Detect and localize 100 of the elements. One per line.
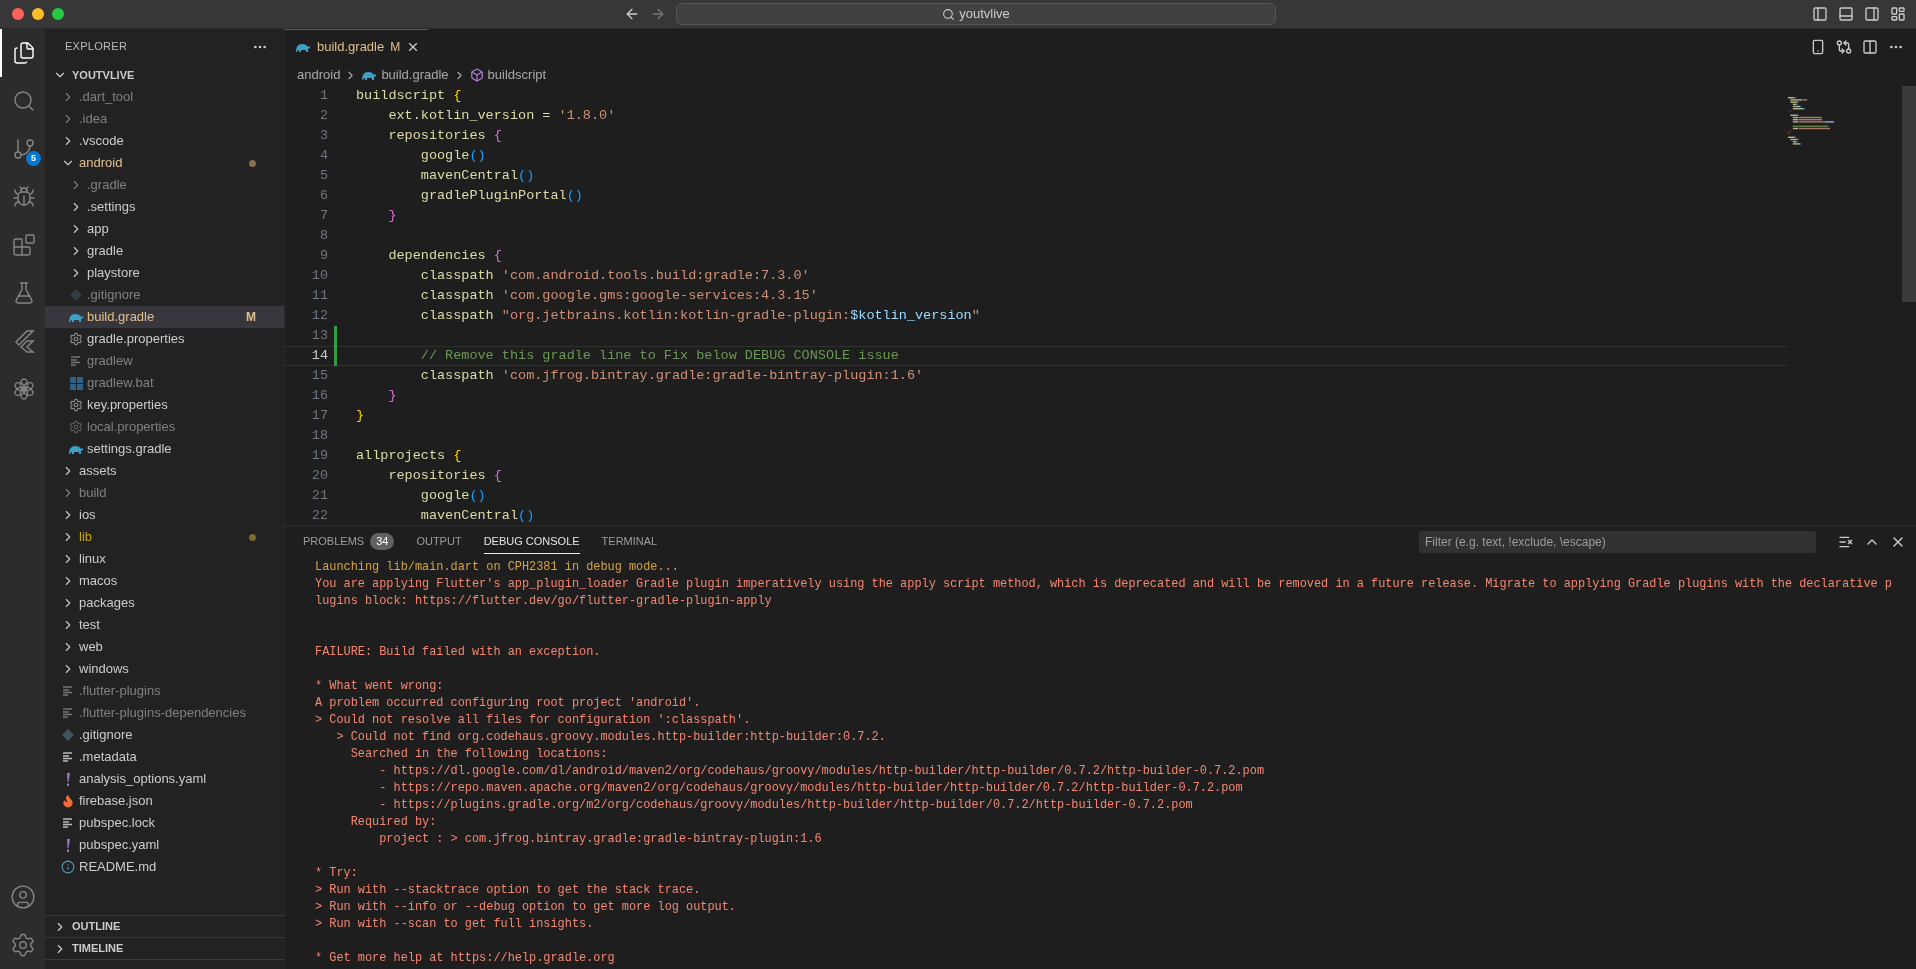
file-item[interactable]: gradlew: [45, 350, 284, 372]
line-number: 5: [318, 166, 328, 185]
line-number: 3: [318, 126, 328, 145]
git-status-letter: M: [390, 39, 401, 56]
toggle-sidebar-icon[interactable]: [1812, 6, 1828, 22]
file-item[interactable]: pubspec.yaml: [45, 834, 284, 856]
folder-item[interactable]: windows: [45, 658, 284, 680]
folder-item[interactable]: ios: [45, 504, 284, 526]
file-item[interactable]: .flutter-plugins-dependencies: [45, 702, 284, 724]
code-line: mavenCentral(): [419, 166, 535, 185]
branch-icon: [11, 137, 36, 161]
folder-item[interactable]: lib: [45, 526, 284, 548]
folder-item[interactable]: .settings: [45, 196, 284, 218]
count-badge: 34: [370, 533, 395, 550]
section-header[interactable]: TIMELINE: [45, 937, 284, 959]
file-item[interactable]: firebase.json: [45, 790, 284, 812]
console-line: > Could not find org.codehaus.groovy.modules.http-builder:http-builder:0.7.2.: [335, 729, 887, 746]
layout-icon[interactable]: [1890, 6, 1906, 22]
file-item[interactable]: .gitignore: [45, 724, 284, 746]
folder-item[interactable]: .gradle: [45, 174, 284, 196]
exclamation-icon: [65, 838, 71, 852]
lines-icon: [62, 752, 74, 762]
folder-item[interactable]: assets: [45, 460, 284, 482]
files-icon: [11, 41, 36, 65]
window-close-button[interactable]: [12, 8, 24, 20]
folder-item[interactable]: app: [45, 218, 284, 240]
elephant-icon: [68, 443, 84, 455]
line-number: 17: [310, 406, 328, 425]
folder-item[interactable]: test: [45, 614, 284, 636]
panel-tab[interactable]: OUTPUT: [416, 529, 462, 554]
file-item[interactable]: gradle.properties: [45, 328, 284, 350]
info-icon: [61, 860, 75, 874]
folder-item[interactable]: macos: [45, 570, 284, 592]
lines-icon: [62, 686, 74, 696]
breadcrumb-item[interactable]: build.gradle: [381, 65, 449, 85]
line-number: 16: [310, 386, 328, 405]
file-item[interactable]: key.properties: [45, 394, 284, 416]
knot-icon: [11, 377, 36, 401]
code-line: google(): [419, 146, 486, 165]
console-line: lugins block: https://flutter.dev/go/flutter-gradle-plugin-apply: [315, 593, 773, 610]
scrollbar-thumb[interactable]: [1902, 86, 1916, 302]
code-line: }: [387, 206, 397, 225]
file-item[interactable]: local.properties: [45, 416, 284, 438]
code-line: gradlePluginPortal(): [419, 186, 583, 205]
line-number: 4: [318, 146, 328, 165]
line-number: 19: [310, 446, 328, 465]
file-item[interactable]: gradlew.bat: [45, 372, 284, 394]
line-number: 12: [310, 306, 328, 325]
device-icon[interactable]: [1810, 38, 1826, 55]
elephant-icon: [361, 69, 378, 81]
file-item[interactable]: pubspec.lock: [45, 812, 284, 834]
folder-item[interactable]: .idea: [45, 108, 284, 130]
compare-icon[interactable]: [1836, 38, 1852, 55]
project-header[interactable]: YOUTVLIVE: [45, 64, 284, 86]
folder-item[interactable]: web: [45, 636, 284, 658]
panel-tab[interactable]: PROBLEMS 34: [303, 529, 395, 554]
breadcrumb-item[interactable]: buildscript: [487, 65, 547, 85]
breadcrumb-item[interactable]: android: [297, 65, 341, 85]
window-maximize-button[interactable]: [52, 8, 64, 20]
line-number: 20: [310, 466, 328, 485]
line-number: 18: [310, 426, 328, 445]
file-item[interactable]: analysis_options.yaml: [45, 768, 284, 790]
lines-icon: [70, 356, 82, 366]
console-line: - https://repo.maven.apache.org/maven2/org/codehaus/groovy/modules/http-builder/http-builder/0.7.2/http-builder-0.7.2.pom: [378, 780, 1244, 797]
four-squares-icon: [69, 376, 83, 390]
section-header[interactable]: OUTLINE: [45, 915, 284, 937]
filter-field[interactable]: Filter (e.g. text, !exclude, \escape): [1419, 530, 1816, 553]
search-text: youtvlive: [959, 5, 1010, 24]
panel-tab[interactable]: TERMINAL: [601, 529, 658, 554]
bug-icon: [11, 185, 36, 209]
file-item[interactable]: .metadata: [45, 746, 284, 768]
folder-item[interactable]: linux: [45, 548, 284, 570]
code-line: }: [356, 406, 365, 425]
split-editor-icon[interactable]: [1862, 38, 1878, 55]
activity-bar-item[interactable]: 5: [0, 125, 45, 173]
folder-item[interactable]: .vscode: [45, 130, 284, 152]
file-item[interactable]: settings.gradle: [45, 438, 284, 460]
file-item[interactable]: .flutter-plugins: [45, 680, 284, 702]
code-line: classpath 'com.jfrog.bintray.gradle:gradle-bintray-plugin:1.6': [419, 366, 924, 385]
file-item[interactable]: .gitignore: [45, 284, 284, 306]
gear-icon: [69, 398, 83, 412]
folder-item[interactable]: gradle: [45, 240, 284, 262]
folder-item[interactable]: android: [45, 152, 284, 174]
folder-item[interactable]: .dart_tool: [45, 86, 284, 108]
toggle-panel-icon[interactable]: [1838, 6, 1854, 22]
line-number: 2: [318, 106, 328, 125]
console-line: project : > com.jfrog.bintray.gradle:gradle-bintray-plugin:1.6: [378, 831, 823, 848]
folder-item[interactable]: build: [45, 482, 284, 504]
folder-item[interactable]: playstore: [45, 262, 284, 284]
command-search-field[interactable]: youtvlive: [676, 3, 1276, 25]
console-line: > Run with --scan to get full insights.: [315, 916, 595, 933]
toggle-secondary-sidebar-icon[interactable]: [1864, 6, 1880, 22]
file-item[interactable]: README.md: [45, 856, 284, 878]
panel-tab[interactable]: DEBUG CONSOLE: [483, 529, 580, 554]
code-line: buildscript {: [356, 86, 462, 105]
console-line: - https://plugins.gradle.org/m2/org/codehaus/groovy/modules/http-builder/http-builder/0.7.2/http-builder-0.7.2.pom: [378, 797, 1194, 814]
file-item[interactable]: build.gradle M: [45, 306, 284, 328]
window-minimize-button[interactable]: [32, 8, 44, 20]
account-icon: [9, 884, 36, 910]
folder-item[interactable]: packages: [45, 592, 284, 614]
